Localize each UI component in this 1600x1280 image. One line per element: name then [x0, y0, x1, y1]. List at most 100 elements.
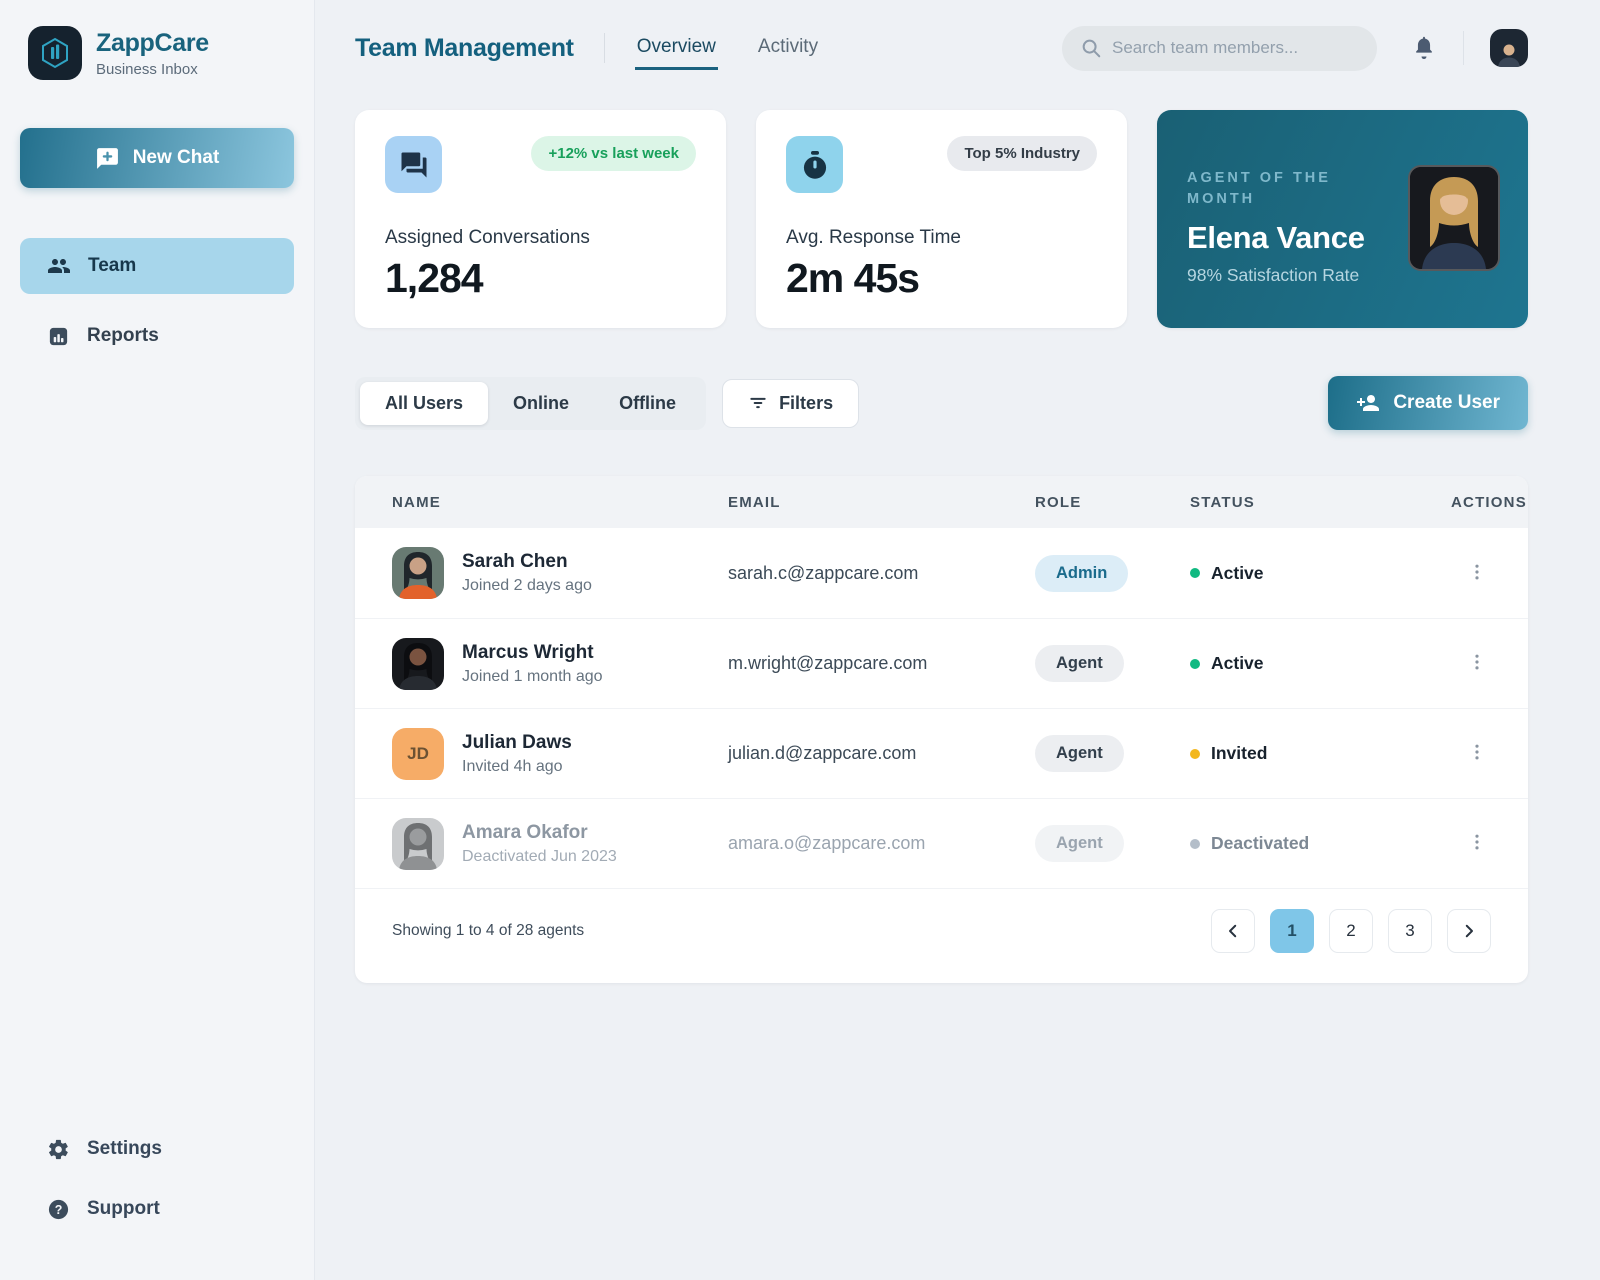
sidebar-nav: Team Reports [20, 238, 294, 378]
segment-offline[interactable]: Offline [594, 382, 701, 425]
sidebar-item-label: Support [87, 1198, 160, 1219]
kebab-icon [1467, 651, 1487, 676]
row-actions-button[interactable] [1463, 557, 1491, 590]
stats-row: +12% vs last week Assigned Conversations… [355, 110, 1528, 328]
toolbar: All Users Online Offline Filters Create Us… [355, 376, 1528, 430]
app-tagline: Business Inbox [96, 60, 198, 78]
agent-of-month-photo [1408, 165, 1500, 271]
stat-value: 1,284 [385, 255, 484, 301]
sidebar-item-label: Team [88, 255, 137, 276]
person-plus-icon [1356, 391, 1380, 415]
stat-label: Assigned Conversations [385, 227, 590, 248]
member-meta: Joined 2 days ago [462, 577, 592, 594]
member-email: sarah.c@zappcare.com [728, 562, 919, 583]
agent-of-month-card: AGENT OF THE MONTH Elena Vance 98% Satis… [1157, 110, 1528, 328]
sidebar: ZappCare Business Inbox New Chat Team Rep… [0, 0, 315, 1280]
new-chat-button[interactable]: New Chat [20, 128, 294, 188]
notifications-bell-button[interactable] [1411, 35, 1437, 61]
status-label: Deactivated [1211, 833, 1310, 853]
kebab-icon [1467, 561, 1487, 586]
topbar: Team Management Overview Activity [355, 16, 1528, 80]
column-role: ROLE [1035, 493, 1082, 511]
role-badge: Agent [1035, 645, 1124, 682]
sidebar-item-support[interactable]: ? Support [20, 1184, 294, 1234]
status-dot [1190, 658, 1200, 669]
table-header: NAME EMAIL ROLE STATUS ACTIONS [355, 476, 1528, 528]
member-name: Marcus Wright [462, 641, 594, 663]
member-name: Sarah Chen [462, 551, 568, 572]
member-meta: Invited 4h ago [462, 757, 563, 775]
filters-button[interactable]: Filters [722, 378, 860, 428]
filters-button-label: Filters [779, 392, 834, 413]
sidebar-item-team[interactable]: Team [20, 238, 294, 294]
page-title: Team Management [355, 33, 574, 62]
stat-card-response-time: Top 5% Industry Avg. Response Time 2m 45… [756, 110, 1127, 328]
stat-label: Avg. Response Time [786, 227, 961, 248]
status-label: Active [1211, 562, 1264, 583]
table-row: Marcus Wright Joined 1 month ago m.wright@… [355, 618, 1528, 708]
stopwatch-icon [786, 136, 843, 193]
row-actions-button[interactable] [1463, 737, 1491, 770]
brand-text: ZappCare Business Inbox [96, 29, 209, 78]
sidebar-item-label: Settings [87, 1138, 162, 1159]
pagination-summary: Showing 1 to 4 of 28 agents [392, 922, 585, 939]
table-footer: Showing 1 to 4 of 28 agents 123 [355, 888, 1528, 983]
user-avatar [392, 637, 444, 690]
member-email: amara.o@zappcare.com [728, 833, 926, 853]
member-email: m.wright@zappcare.com [728, 653, 928, 673]
chat-plus-icon [95, 146, 120, 171]
svg-text:?: ? [55, 1202, 63, 1216]
header-tabs: Overview Activity [634, 26, 820, 70]
brand: ZappCare Business Inbox [28, 26, 286, 80]
page-button-1[interactable]: 1 [1270, 909, 1314, 953]
agent-of-month-eyebrow: AGENT OF THE MONTH [1187, 170, 1331, 208]
user-filter-segmented-control: All Users Online Offline [355, 376, 707, 430]
chart-icon [47, 325, 70, 348]
app-name: ZappCare [96, 28, 209, 57]
gear-icon [47, 1138, 70, 1161]
page-button-3[interactable]: 3 [1388, 909, 1432, 953]
status-dot [1190, 838, 1200, 849]
user-avatar-icon [1494, 39, 1524, 67]
tab-overview[interactable]: Overview [634, 26, 718, 70]
search-box[interactable] [1062, 25, 1377, 71]
row-actions-button[interactable] [1463, 827, 1491, 860]
row-actions-button[interactable] [1463, 647, 1491, 680]
pagination: 123 [1211, 909, 1491, 953]
tab-activity[interactable]: Activity [756, 26, 820, 70]
table-body: Sarah Chen Joined 2 days ago sarah.c@zappc… [355, 528, 1528, 888]
table-row: Amara Okafor Deactivated Jun 2023 amara.o@… [355, 798, 1528, 888]
role-badge: Agent [1035, 735, 1124, 772]
divider [603, 33, 605, 63]
user-avatar-button[interactable] [1490, 29, 1528, 67]
column-actions: ACTIONS [1451, 493, 1527, 511]
sidebar-item-settings[interactable]: Settings [20, 1124, 294, 1174]
sidebar-footer: Settings? Support [20, 1124, 294, 1244]
role-badge: Admin [1035, 554, 1129, 592]
segment-online[interactable]: Online [488, 382, 594, 425]
user-avatar: JD [392, 727, 444, 780]
sidebar-item-reports[interactable]: Reports [20, 308, 294, 364]
people-icon [47, 254, 71, 278]
column-status: STATUS [1190, 493, 1255, 511]
column-name: NAME [392, 493, 441, 511]
search-input[interactable] [1112, 38, 1359, 58]
kebab-icon [1467, 831, 1487, 856]
page-button-2[interactable]: 2 [1329, 909, 1373, 953]
segment-all-users[interactable]: All Users [360, 381, 489, 425]
status-label: Invited [1211, 743, 1268, 763]
create-user-button[interactable]: Create User [1328, 376, 1528, 430]
table-row: JD Julian Daws Invited 4h ago julian.d@zapp… [355, 708, 1528, 798]
user-avatar [392, 817, 444, 870]
stat-card-conversations: +12% vs last week Assigned Conversations… [355, 110, 726, 328]
team-table: NAME EMAIL ROLE STATUS ACTIONS Sarah Che… [355, 476, 1528, 983]
column-email: EMAIL [728, 493, 781, 511]
divider [1463, 31, 1464, 65]
kebab-icon [1467, 741, 1487, 766]
next-page-button[interactable] [1447, 909, 1491, 953]
member-name: Amara Okafor [462, 821, 588, 843]
chat-bubbles-icon [385, 136, 442, 193]
user-avatar [392, 547, 444, 599]
member-meta: Deactivated Jun 2023 [462, 847, 617, 865]
prev-page-button[interactable] [1211, 909, 1255, 953]
